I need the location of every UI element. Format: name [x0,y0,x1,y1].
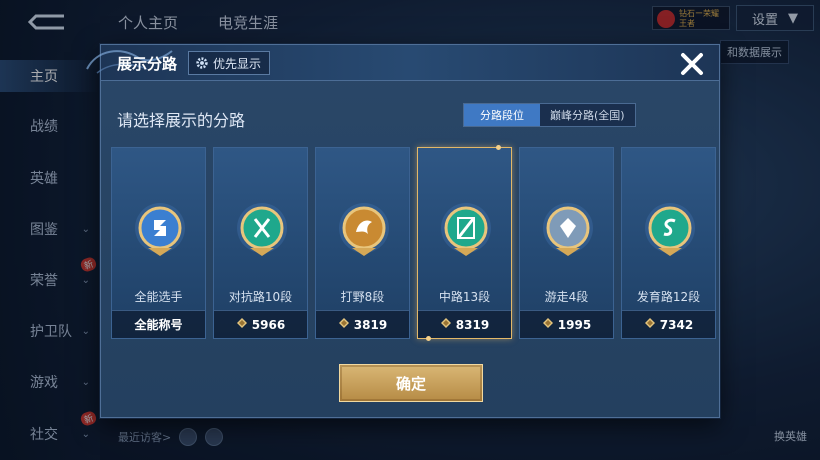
lane-card[interactable]: 对抗路10段 5966 [213,147,308,339]
lane-rank-label: 游走4段 [544,290,589,304]
title-label: 全能称号 [112,310,205,338]
lane-rank-label: 全能选手 [134,290,183,304]
segment-tabs: 分路段位 巅峰分路(全国) [463,103,636,127]
lane-card[interactable]: 游走4段 1995 [519,147,614,339]
points-icon [644,317,656,332]
lane-rank-label: 发育路12段 [636,290,701,304]
close-icon[interactable] [677,49,707,79]
priority-display-button[interactable]: 优先显示 [188,51,271,75]
farm-lane-emblem-icon [644,198,696,258]
lane-card[interactable]: 打野8段 3819 [315,147,410,339]
roam-emblem-icon [542,198,594,258]
lane-points: 8319 [418,310,511,338]
lane-card[interactable]: 全能选手 全能称号 [111,147,206,339]
lane-points: 3819 [316,310,409,338]
lane-card[interactable]: 发育路12段 7342 [621,147,716,339]
lane-points: 7342 [622,310,715,338]
lane-rank-label: 中路13段 [438,290,491,304]
confirm-button[interactable]: 确定 [339,364,483,402]
selection-corner-dot [426,336,431,341]
jungle-emblem-icon [338,198,390,258]
mid-lane-emblem-icon [440,198,492,258]
lane-rank-label: 打野8段 [340,290,385,304]
lane-card-list: 全能选手 全能称号 对抗路10段 5966 打野8段 3819 中路13段 8319 游走4段 1… [111,145,716,341]
lane-display-modal: 展示分路 优先显示 请选择展示的分路 分路段位 巅峰分路(全国) 全能选手全能称… [86,44,720,418]
points-icon [542,317,554,332]
all-round-emblem-icon [134,198,186,258]
lane-points: 1995 [520,310,613,338]
modal-title: 展示分路 [117,55,178,73]
lane-points: 5966 [214,310,307,338]
modal-header: 展示分路 优先显示 [86,45,719,81]
gear-icon [196,57,208,69]
points-icon [440,317,452,332]
lane-rank-label: 对抗路10段 [228,290,293,304]
clash-lane-emblem-icon [236,198,288,258]
selection-corner-dot [496,145,501,150]
points-icon [338,317,350,332]
lane-card[interactable]: 中路13段 8319 [417,145,512,341]
tab-lane-rank[interactable]: 分路段位 [464,104,540,126]
modal-subtitle: 请选择展示的分路 [117,111,246,130]
points-icon [236,317,248,332]
tab-peak-lane-national[interactable]: 巅峰分路(全国) [540,104,635,126]
